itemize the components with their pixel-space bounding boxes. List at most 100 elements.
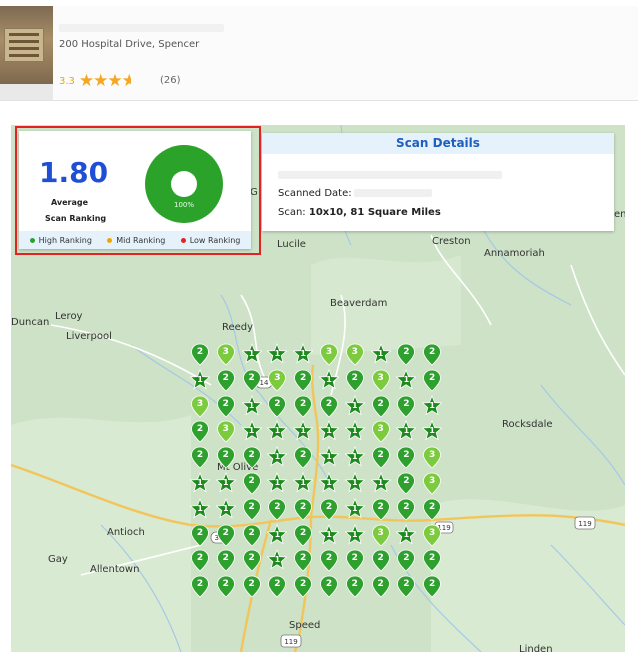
rank-pin[interactable]: 2 [293, 549, 313, 575]
rank-pin[interactable]: 2 [190, 343, 210, 369]
rank-star-pin[interactable]: 1 [396, 420, 417, 446]
rank-pin[interactable]: 2 [396, 575, 416, 601]
rank-pin[interactable]: 2 [319, 549, 339, 575]
rank-pin[interactable]: 3 [371, 524, 391, 550]
rank-pin[interactable]: 2 [242, 549, 262, 575]
rank-star-pin[interactable]: 1 [293, 343, 314, 369]
rank-pin[interactable]: 2 [293, 498, 313, 524]
rank-pin[interactable]: 2 [345, 575, 365, 601]
rank-pin[interactable]: 2 [422, 343, 442, 369]
rank-pin[interactable]: 2 [396, 446, 416, 472]
rank-star-pin[interactable]: 1 [267, 446, 288, 472]
rank-star-pin[interactable]: 1 [422, 420, 443, 446]
rank-pin[interactable]: 2 [242, 446, 262, 472]
rank-pin[interactable]: 2 [267, 498, 287, 524]
rank-star-pin[interactable]: 1 [319, 523, 339, 550]
rank-star-pin[interactable]: 1 [293, 472, 314, 498]
rank-pin[interactable]: 3 [216, 420, 236, 446]
rank-pin[interactable]: 2 [216, 369, 236, 395]
rank-pin[interactable]: 2 [190, 524, 210, 550]
rank-pin[interactable]: 3 [216, 343, 236, 369]
rank-star-pin[interactable]: 1 [241, 394, 262, 421]
rank-pin[interactable]: 2 [216, 524, 236, 550]
rank-pin[interactable]: 2 [422, 575, 442, 601]
rank-star-pin[interactable]: 1 [319, 368, 339, 395]
rank-star-pin[interactable]: 1 [370, 343, 391, 369]
rank-pin[interactable]: 3 [319, 343, 339, 369]
rank-pin[interactable]: 3 [371, 420, 391, 446]
rank-pin[interactable]: 2 [396, 498, 416, 524]
rank-pin[interactable]: 2 [396, 472, 416, 498]
rank-star-pin[interactable]: 1 [422, 394, 443, 421]
rank-star-pin[interactable]: 1 [344, 394, 365, 421]
rank-pin[interactable]: 3 [422, 446, 442, 472]
rank-pin[interactable]: 2 [293, 575, 313, 601]
rank-star-pin[interactable]: 1 [267, 523, 288, 550]
rank-pin[interactable]: 2 [396, 549, 416, 575]
rank-pin[interactable]: 3 [190, 395, 210, 421]
rank-star-pin[interactable]: 1 [190, 497, 210, 524]
rank-pin[interactable]: 2 [216, 446, 236, 472]
rank-pin[interactable]: 2 [293, 395, 313, 421]
rank-pin[interactable]: 2 [422, 498, 442, 524]
rank-pin[interactable]: 2 [396, 343, 416, 369]
rank-star-pin[interactable]: 1 [370, 472, 391, 498]
rank-pin[interactable]: 3 [267, 369, 287, 395]
rank-pin[interactable]: 2 [319, 498, 339, 524]
rank-pin[interactable]: 3 [422, 472, 442, 498]
rank-star-pin[interactable]: 1 [190, 368, 210, 395]
rank-star-pin[interactable]: 1 [344, 472, 365, 498]
rank-pin[interactable]: 2 [422, 549, 442, 575]
rank-pin[interactable]: 2 [190, 420, 210, 446]
rank-star-pin[interactable]: 1 [319, 472, 339, 498]
rank-star-pin[interactable]: 1 [267, 420, 288, 446]
rank-star-pin[interactable]: 1 [293, 420, 314, 446]
rank-star-pin[interactable]: 1 [267, 549, 288, 575]
rank-star-pin[interactable]: 1 [267, 472, 288, 498]
rank-pin[interactable]: 2 [371, 395, 391, 421]
rank-pin[interactable]: 2 [242, 472, 262, 498]
rank-pin[interactable]: 2 [293, 524, 313, 550]
rank-pin[interactable]: 3 [345, 343, 365, 369]
rank-pin[interactable]: 2 [319, 395, 339, 421]
rank-star-pin[interactable]: 1 [344, 420, 365, 446]
rank-pin[interactable]: 2 [396, 395, 416, 421]
rank-star-pin[interactable]: 1 [190, 472, 210, 498]
rank-pin[interactable]: 2 [190, 549, 210, 575]
rank-pin[interactable]: 2 [242, 498, 262, 524]
rank-pin[interactable]: 2 [293, 369, 313, 395]
rank-pin[interactable]: 2 [216, 549, 236, 575]
rank-star-pin[interactable]: 1 [319, 446, 339, 472]
rank-star-pin[interactable]: 1 [215, 472, 236, 498]
rank-pin[interactable]: 2 [371, 549, 391, 575]
rank-star-pin[interactable]: 1 [267, 343, 288, 369]
rank-pin[interactable]: 2 [345, 369, 365, 395]
rank-pin[interactable]: 2 [422, 369, 442, 395]
rank-pin[interactable]: 2 [267, 575, 287, 601]
rank-pin[interactable]: 2 [190, 446, 210, 472]
rank-star-pin[interactable]: 1 [396, 368, 417, 395]
rank-star-pin[interactable]: 1 [319, 420, 339, 446]
rank-pin[interactable]: 2 [371, 575, 391, 601]
rank-pin[interactable]: 2 [345, 549, 365, 575]
rank-pin[interactable]: 3 [422, 524, 442, 550]
rank-star-pin[interactable]: 1 [344, 446, 365, 472]
rank-star-pin[interactable]: 1 [241, 343, 262, 369]
rank-pin[interactable]: 3 [371, 369, 391, 395]
rank-pin[interactable]: 2 [319, 575, 339, 601]
rank-pin[interactable]: 2 [242, 575, 262, 601]
rank-pin[interactable]: 2 [190, 575, 210, 601]
rank-pin[interactable]: 2 [371, 446, 391, 472]
business-card[interactable]: 200 Hospital Drive, Spencer 3.3 ★ ★ ★ ★ (26… [0, 6, 638, 101]
rank-star-pin[interactable]: 1 [241, 420, 262, 446]
rank-pin[interactable]: 2 [242, 524, 262, 550]
rank-pin[interactable]: 2 [216, 395, 236, 421]
rank-star-pin[interactable]: 1 [344, 523, 365, 550]
rank-pin[interactable]: 2 [293, 446, 313, 472]
rank-pin[interactable]: 2 [242, 369, 262, 395]
rank-pin[interactable]: 2 [371, 498, 391, 524]
rank-star-pin[interactable]: 1 [215, 497, 236, 524]
rank-star-pin[interactable]: 1 [344, 497, 365, 524]
rank-pin[interactable]: 2 [267, 395, 287, 421]
rank-pin[interactable]: 2 [216, 575, 236, 601]
